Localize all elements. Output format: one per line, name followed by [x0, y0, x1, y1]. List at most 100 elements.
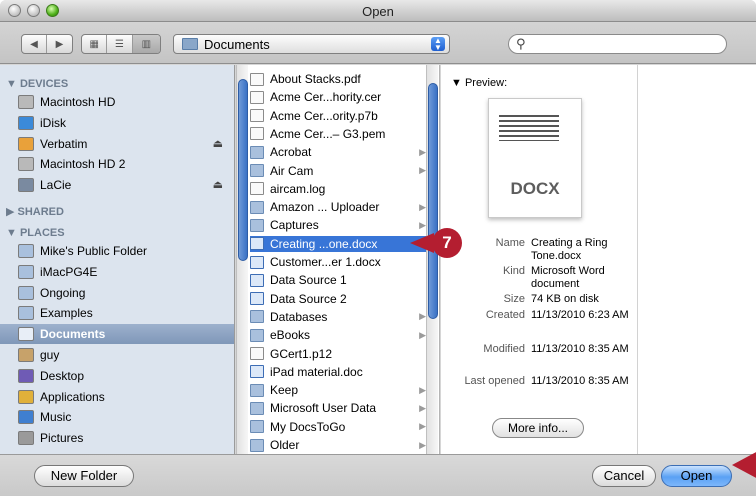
word-document-icon [250, 292, 264, 306]
file-row[interactable]: About Stacks.pdf [250, 71, 428, 87]
places-header[interactable]: ▼ PLACES [6, 227, 65, 239]
bottom-bar: New Folder Cancel Open [0, 454, 756, 496]
place-item-label: Applications [40, 389, 105, 404]
file-row[interactable]: Databases ▶ [250, 309, 428, 325]
place-item[interactable]: Documents [0, 324, 234, 345]
folder-icon [250, 218, 264, 232]
folder-icon [182, 38, 198, 50]
folder-icon [250, 328, 264, 342]
folder-icon [250, 383, 264, 397]
device-item[interactable]: iDisk [18, 113, 233, 133]
preview-meta-value: 74 KB on disk [531, 293, 599, 305]
step-callout: 7 [432, 228, 462, 258]
place-item[interactable]: Music [18, 407, 233, 427]
back-button[interactable]: ◀ [22, 35, 48, 53]
place-item[interactable]: Ongoing [18, 283, 233, 303]
file-row[interactable]: Air Cam ▶ [250, 163, 428, 179]
forward-button[interactable]: ▶ [47, 35, 72, 53]
device-item-label: LaCie [40, 178, 72, 193]
folder-icon [18, 285, 34, 300]
preview-meta-key: Size [503, 293, 525, 305]
eject-icon[interactable]: ⏏ [213, 137, 223, 150]
disclosure-arrow-icon: ▶ [419, 165, 426, 175]
place-item-label: iMacPG4E [40, 264, 98, 279]
document-icon [250, 72, 264, 86]
preview-meta-value: 11/13/2010 6:23 AM [531, 309, 629, 321]
hard-drive-icon [18, 95, 34, 109]
place-item[interactable]: iMacPG4E [18, 262, 233, 282]
place-item-label: guy [40, 348, 60, 362]
place-item[interactable]: Applications [18, 387, 233, 407]
title-bar: Open [0, 0, 756, 22]
column-view-icon[interactable]: ▥ [132, 35, 160, 53]
file-row[interactable]: Keep ▶ [250, 382, 428, 398]
file-row[interactable]: Customer...er 1.docx [250, 254, 428, 270]
desktop-icon [18, 368, 34, 383]
preview-meta-value: 11/13/2010 8:35 AM [531, 375, 629, 387]
file-row[interactable]: eBooks ▶ [250, 327, 428, 343]
file-row[interactable]: Acrobat ▶ [250, 144, 428, 160]
pictures-icon [18, 431, 34, 446]
left-scrollbar[interactable] [236, 65, 248, 454]
new-folder-button[interactable]: New Folder [34, 465, 134, 487]
file-row[interactable]: My DocsToGo ▶ [250, 419, 428, 435]
preview-meta-key: Name [495, 237, 525, 249]
device-item[interactable]: Macintosh HD [18, 92, 233, 112]
shared-header[interactable]: ▶ SHARED [6, 205, 64, 218]
file-name: Data Source 2 [270, 291, 347, 306]
icon-view-icon[interactable]: ▦ [82, 35, 108, 53]
list-view-icon[interactable]: ☰ [107, 35, 133, 53]
file-row[interactable]: Acme Cer...ority.p7b [250, 108, 428, 124]
device-item[interactable]: LaCie ⏏ [18, 175, 233, 195]
toolbar: ◀ ▶ ▦ ☰ ▥ Documents ▲ ▼ ⚲ [0, 22, 756, 64]
place-item[interactable]: Desktop [18, 366, 233, 386]
device-item[interactable]: Macintosh HD 2 [18, 154, 233, 174]
folder-icon [18, 244, 34, 258]
document-icon [250, 127, 264, 141]
file-row[interactable]: Microsoft User Data ▶ [250, 400, 428, 416]
devices-header[interactable]: ▼ DEVICES [6, 78, 68, 90]
file-row[interactable]: Older ▶ [250, 437, 428, 453]
preview-meta-key: Created [485, 309, 525, 321]
home-icon [18, 348, 34, 362]
file-name: Older [270, 438, 300, 452]
file-row[interactable]: Captures ▶ [250, 217, 428, 233]
file-row[interactable]: aircam.log [250, 181, 428, 197]
file-name: Acme Cer...ority.p7b [270, 108, 378, 123]
file-scrollbar-thumb[interactable] [428, 83, 438, 319]
file-row[interactable]: Data Source 2 [250, 291, 428, 307]
file-name: aircam.log [270, 181, 326, 196]
music-icon [18, 410, 34, 425]
applications-icon [18, 389, 34, 404]
file-name: Data Source 1 [270, 273, 347, 288]
disclosure-arrow-icon: ▶ [419, 439, 426, 450]
idisk-icon [18, 115, 34, 130]
file-row[interactable]: Acme Cer...– G3.pem [250, 126, 428, 142]
folder-icon [18, 264, 34, 279]
place-item[interactable]: guy [18, 345, 233, 365]
word-document-icon [250, 255, 264, 269]
device-item[interactable]: Verbatim ⏏ [18, 134, 233, 154]
file-row[interactable]: Acme Cer...hority.cer [250, 89, 428, 105]
search-field[interactable]: ⚲ [508, 34, 727, 54]
file-row[interactable]: Data Source 1 [250, 272, 428, 288]
more-info-button[interactable]: More info... [492, 418, 584, 438]
place-item[interactable]: Mike's Public Folder [18, 241, 233, 261]
file-row[interactable]: iPad material.doc [250, 364, 428, 380]
file-scrollbar[interactable] [426, 65, 438, 454]
file-row[interactable]: Creating ...one.docx [250, 235, 428, 252]
file-name: Air Cam [270, 163, 314, 178]
location-popup[interactable]: Documents ▲ ▼ [173, 34, 450, 54]
file-row[interactable]: Amazon ... Uploader ▶ [250, 199, 428, 215]
eject-icon[interactable]: ⏏ [213, 178, 223, 191]
left-scrollbar-thumb[interactable] [238, 79, 248, 261]
place-item[interactable]: Examples [18, 303, 233, 323]
file-row[interactable]: GCert1.p12 [250, 346, 428, 362]
cancel-button[interactable]: Cancel [592, 465, 656, 487]
preview-label[interactable]: ▼ Preview: [451, 77, 507, 89]
file-name: Acme Cer...hority.cer [270, 90, 382, 105]
place-item-label: Pictures [40, 431, 84, 446]
place-item[interactable]: Pictures [18, 428, 233, 448]
folder-icon [18, 306, 34, 321]
open-button[interactable]: Open [661, 465, 732, 487]
